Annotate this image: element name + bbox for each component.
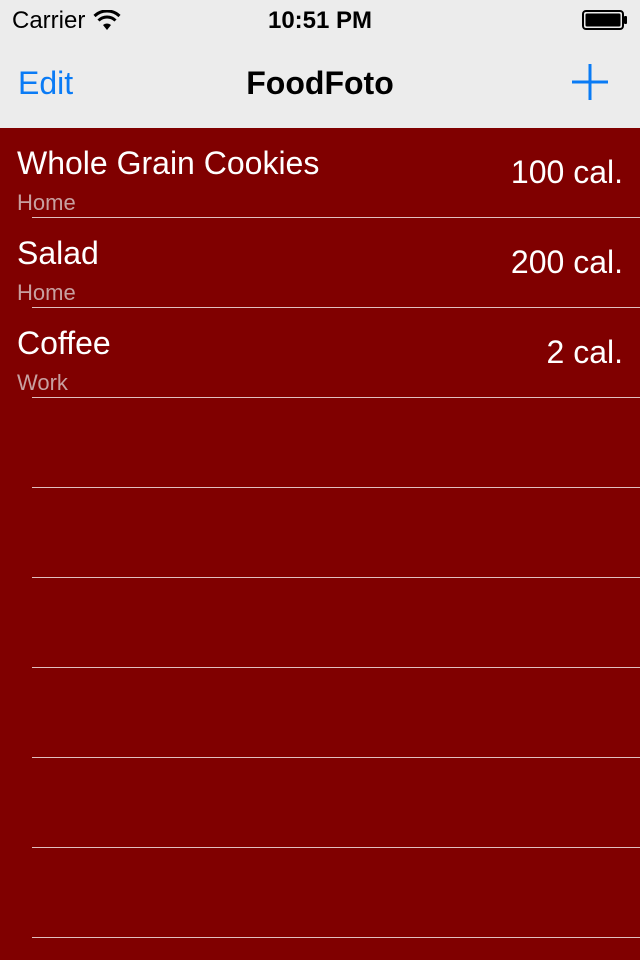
navigation-bar: Edit FoodFoto	[0, 40, 640, 128]
add-button[interactable]	[570, 62, 610, 102]
item-calories: 2 cal.	[546, 334, 623, 370]
food-list: Whole Grain Cookies Home 100 cal. Salad …	[0, 128, 640, 960]
empty-row	[0, 578, 640, 668]
item-name: Salad	[17, 235, 99, 271]
item-name: Whole Grain Cookies	[17, 145, 320, 181]
empty-row	[0, 668, 640, 758]
header: Carrier 10:51 PM Edit FoodFoto	[0, 0, 640, 128]
item-calories: 200 cal.	[510, 244, 623, 280]
item-location: Work	[17, 370, 68, 395]
list-item[interactable]: Salad Home 200 cal.	[0, 218, 640, 308]
empty-row	[0, 398, 640, 488]
status-bar: Carrier 10:51 PM	[0, 0, 640, 40]
page-title: FoodFoto	[246, 65, 394, 101]
battery-icon	[582, 10, 627, 30]
list-item[interactable]: Whole Grain Cookies Home 100 cal.	[0, 128, 640, 218]
item-name: Coffee	[17, 325, 111, 361]
list-item[interactable]: Coffee Work 2 cal.	[0, 308, 640, 398]
plus-icon	[572, 64, 608, 100]
empty-row	[0, 758, 640, 848]
item-calories: 100 cal.	[510, 154, 623, 190]
status-time: 10:51 PM	[267, 7, 373, 34]
item-location: Home	[17, 280, 76, 305]
empty-row	[0, 488, 640, 578]
empty-row	[0, 848, 640, 938]
item-location: Home	[17, 190, 76, 215]
